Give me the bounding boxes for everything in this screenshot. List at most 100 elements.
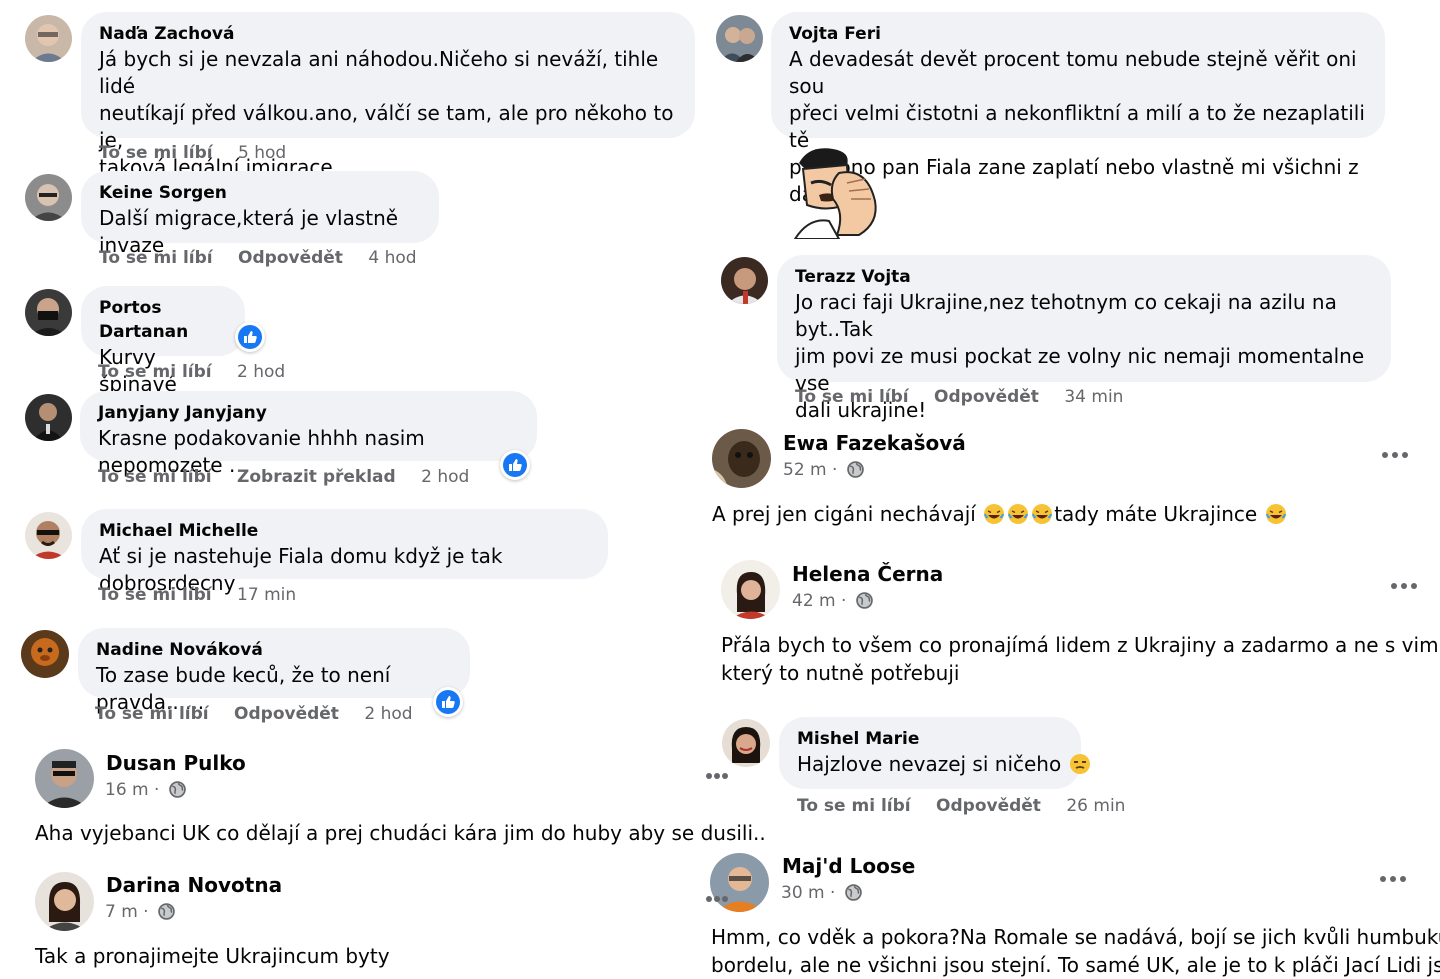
- comment-author[interactable]: Michael Michelle: [99, 519, 590, 543]
- laughing-emoji-icon: [1265, 504, 1286, 524]
- globe-icon: [847, 461, 864, 478]
- reaction-badge[interactable]: [500, 450, 530, 480]
- reply-link[interactable]: Odpovědět: [234, 704, 339, 724]
- comment-actions: To se mi líbí 5 hod: [99, 142, 286, 164]
- comment-text-line: Já bych si je nevzala ani náhodou.Ničeho…: [99, 47, 659, 98]
- avatar[interactable]: [721, 257, 768, 304]
- comment-actions: To se mi líbí Odpovědět 26 min: [797, 795, 1125, 817]
- unamused-emoji-icon: [1069, 754, 1090, 774]
- post-author[interactable]: Ewa Fazekašová: [783, 430, 966, 456]
- translate-link[interactable]: Zobrazit překlad: [237, 467, 396, 487]
- comment-author[interactable]: Naďa Zachová: [99, 22, 677, 46]
- comment-actions: To se mi líbí 2 hod: [98, 361, 285, 383]
- avatar[interactable]: [25, 174, 72, 221]
- laughing-emoji-icon: [984, 504, 1005, 524]
- avatar[interactable]: [35, 872, 94, 931]
- comment-author[interactable]: Nadine Nováková: [96, 638, 452, 662]
- comment-actions: To se mi líbí Zobrazit překlad 2 hod: [98, 466, 469, 488]
- avatar[interactable]: [21, 630, 69, 678]
- comment-time[interactable]: 34 min: [1064, 387, 1123, 407]
- more-dots-icon[interactable]: [1391, 583, 1417, 591]
- post-meta[interactable]: 42 m ·: [792, 590, 873, 612]
- avatar[interactable]: [712, 429, 771, 488]
- more-dots-icon[interactable]: [706, 773, 732, 781]
- comment-text-line: Jo raci faji Ukrajine,nez tehotnym co ce…: [795, 290, 1337, 341]
- comment-actions: To se mi líbí 17 min: [98, 584, 296, 606]
- comment-text-line: A devadesát devět procent tomu nebude st…: [789, 47, 1357, 98]
- post-text: Aha vyjebanci UK co dělají a prej chudác…: [35, 821, 766, 845]
- post-text-line: Hmm, co vděk a pokora?Na Romale se nadáv…: [711, 925, 1440, 949]
- more-dots-icon[interactable]: [1380, 876, 1406, 884]
- post-text: A prej jen cigáni nechávají tady máte Uk…: [712, 500, 1288, 528]
- comment-time[interactable]: 4 hod: [368, 248, 416, 268]
- avatar[interactable]: [35, 749, 94, 808]
- post-text: Přála bych to všem co pronajímá lidem z …: [721, 631, 1440, 687]
- comment-bubble: Keine Sorgen Další migrace,která je vlas…: [81, 171, 439, 257]
- like-link[interactable]: To se mi líbí: [95, 704, 209, 724]
- avatar[interactable]: [25, 15, 72, 62]
- post-meta[interactable]: 30 m ·: [781, 882, 862, 904]
- laughing-emoji-icon: [1008, 504, 1029, 524]
- reply-link[interactable]: Odpovědět: [934, 387, 1039, 407]
- avatar[interactable]: [716, 15, 763, 62]
- comment-author[interactable]: Janyjany Janyjany: [98, 401, 519, 425]
- comment-author[interactable]: Portos Dartanan: [99, 296, 227, 344]
- comment-actions: To se mi líbí Odpovědět 2 hod: [95, 703, 413, 725]
- like-link[interactable]: To se mi líbí: [99, 248, 213, 268]
- post-text: Tak a pronajimejte Ukrajincum byty: [35, 944, 390, 968]
- like-link[interactable]: To se mi líbí: [795, 387, 909, 407]
- post-meta[interactable]: 52 m ·: [783, 459, 864, 481]
- avatar[interactable]: [722, 719, 770, 767]
- reaction-badge[interactable]: [235, 322, 265, 352]
- comment-bubble: Mishel Marie Hajzlove nevazej si ničeho: [779, 717, 1090, 789]
- post-time[interactable]: 16 m ·: [105, 780, 159, 800]
- post-author[interactable]: Maj'd Loose: [782, 853, 915, 879]
- like-link[interactable]: To se mi líbí: [98, 585, 212, 605]
- post-meta[interactable]: 16 m ·: [105, 779, 186, 801]
- like-link[interactable]: To se mi líbí: [98, 467, 212, 487]
- post-time[interactable]: 7 m ·: [105, 902, 149, 922]
- comment-author[interactable]: Vojta Feri: [789, 22, 1367, 46]
- laughing-emoji-icon: [1032, 504, 1053, 524]
- post-time[interactable]: 52 m ·: [783, 460, 837, 480]
- comment-time[interactable]: 2 hod: [237, 362, 285, 382]
- more-dots-icon[interactable]: [1382, 452, 1408, 460]
- comment-time[interactable]: 2 hod: [364, 704, 412, 724]
- reply-link[interactable]: Odpovědět: [238, 248, 343, 268]
- avatar[interactable]: [25, 394, 72, 441]
- comment-author[interactable]: Terazz Vojta: [795, 265, 1373, 289]
- post-time[interactable]: 42 m ·: [792, 591, 846, 611]
- comment-bubble: Vojta Feri A devadesát devět procent tom…: [771, 12, 1385, 206]
- globe-icon: [845, 884, 862, 901]
- comment-actions: To se mi líbí Odpovědět 4 hod: [99, 247, 417, 269]
- comment-time[interactable]: 2 hod: [421, 467, 469, 487]
- avatar[interactable]: [25, 512, 72, 559]
- avatar[interactable]: [721, 560, 780, 619]
- post-text-line: Přála bych to všem co pronajímá lidem z …: [721, 633, 1440, 657]
- like-link[interactable]: To se mi líbí: [99, 143, 213, 163]
- comment-actions: To se mi líbí Odpovědět 34 min: [795, 386, 1123, 408]
- post-text-part: tady máte Ukrajince: [1054, 502, 1264, 526]
- comment-author[interactable]: Mishel Marie: [797, 727, 1063, 751]
- like-link[interactable]: To se mi líbí: [98, 362, 212, 382]
- post-text-part: A prej jen cigáni nechávají: [712, 502, 983, 526]
- comment-time[interactable]: 5 hod: [238, 143, 286, 163]
- comment-author[interactable]: Keine Sorgen: [99, 181, 421, 205]
- facepalm-sticker[interactable]: [789, 143, 885, 240]
- post-time[interactable]: 30 m ·: [781, 883, 835, 903]
- reaction-badge[interactable]: [433, 687, 463, 717]
- comment-bubble: Portos Dartanan Kurvy špinavé: [81, 286, 245, 396]
- post-author[interactable]: Dusan Pulko: [106, 750, 246, 776]
- avatar[interactable]: [25, 289, 72, 336]
- post-meta[interactable]: 7 m ·: [105, 901, 175, 923]
- post-author[interactable]: Darina Novotna: [106, 872, 282, 898]
- like-link[interactable]: To se mi líbí: [797, 796, 911, 816]
- comment-time[interactable]: 26 min: [1066, 796, 1125, 816]
- post-text-line: bordelu, ale ne všichni jsou stejní. To …: [711, 953, 1440, 977]
- more-dots-icon[interactable]: [706, 896, 732, 904]
- reply-link[interactable]: Odpovědět: [936, 796, 1041, 816]
- post-text: Hmm, co vděk a pokora?Na Romale se nadáv…: [711, 923, 1440, 979]
- globe-icon: [158, 903, 175, 920]
- post-author[interactable]: Helena Černa: [792, 561, 943, 587]
- comment-time[interactable]: 17 min: [237, 585, 296, 605]
